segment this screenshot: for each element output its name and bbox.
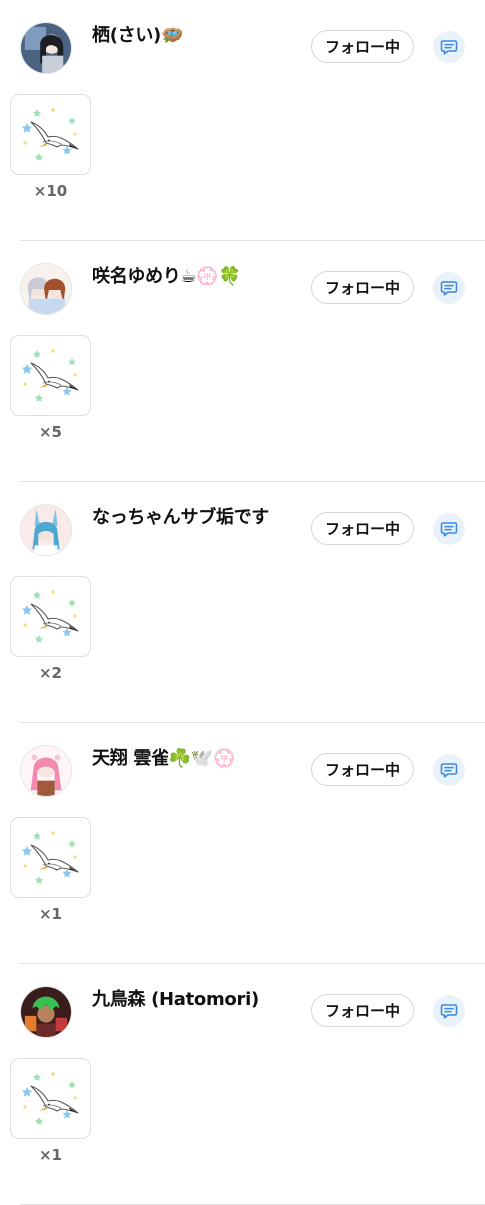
gift-count: ×2 [38, 664, 62, 682]
seagull-stars-icon [21, 590, 79, 643]
user-avatar-two-girls [21, 264, 71, 314]
user-name[interactable]: 栖(さい)🪺 [92, 21, 183, 47]
gift-card[interactable] [10, 576, 91, 657]
following-button[interactable]: フォロー中 [311, 271, 414, 304]
user-name[interactable]: 咲名ゆめり☕💮🍀 [92, 262, 241, 288]
gift-card[interactable] [10, 94, 91, 175]
user-avatar-dark-hair [21, 23, 71, 73]
gift-count: ×5 [38, 423, 62, 441]
chat-bubble-icon [440, 1004, 458, 1019]
user-name[interactable]: 天翔 雲雀☘️🕊️💮 [92, 744, 235, 770]
following-button[interactable]: フォロー中 [311, 994, 414, 1027]
gift-card[interactable] [10, 817, 91, 898]
user-name[interactable]: 九鳥森 (Hatomori) [92, 985, 259, 1011]
gift-count: ×10 [33, 182, 68, 200]
user-avatar-bunny-ears [21, 505, 71, 555]
user-avatar[interactable] [20, 745, 72, 797]
following-button[interactable]: フォロー中 [311, 512, 414, 545]
seagull-stars-icon [21, 108, 79, 161]
supporter-entry: 咲名ゆめり☕💮🍀 フォロー中 ×5 [0, 241, 485, 482]
supporter-entry: 天翔 雲雀☘️🕊️💮 フォロー中 ×1 [0, 723, 485, 964]
user-name[interactable]: なっちゃんサブ垢です [92, 503, 269, 529]
gift-card[interactable] [10, 1058, 91, 1139]
seagull-stars-icon [21, 349, 79, 402]
following-button[interactable]: フォロー中 [311, 30, 414, 63]
user-avatar[interactable] [20, 22, 72, 74]
user-avatar[interactable] [20, 504, 72, 556]
gift-card[interactable] [10, 335, 91, 416]
user-avatar-green-hair [21, 987, 71, 1037]
user-avatar[interactable] [20, 986, 72, 1038]
message-button[interactable] [433, 995, 465, 1027]
message-button[interactable] [433, 513, 465, 545]
seagull-stars-icon [21, 831, 79, 884]
supporter-entry: なっちゃんサブ垢です フォロー中 ×2 [0, 482, 485, 723]
chat-bubble-icon [440, 522, 458, 537]
gift-count: ×1 [38, 905, 62, 923]
message-button[interactable] [433, 272, 465, 304]
user-avatar[interactable] [20, 263, 72, 315]
chat-bubble-icon [440, 40, 458, 55]
user-avatar-pink-hair [21, 746, 71, 796]
supporter-entry: 栖(さい)🪺 フォロー中 ×10 [0, 0, 485, 241]
chat-bubble-icon [440, 763, 458, 778]
gift-count: ×1 [38, 1146, 62, 1164]
seagull-stars-icon [21, 1072, 79, 1125]
message-button[interactable] [433, 31, 465, 63]
chat-bubble-icon [440, 281, 458, 296]
following-button[interactable]: フォロー中 [311, 753, 414, 786]
supporter-entry: 九鳥森 (Hatomori) フォロー中 ×1 [0, 964, 485, 1205]
message-button[interactable] [433, 754, 465, 786]
